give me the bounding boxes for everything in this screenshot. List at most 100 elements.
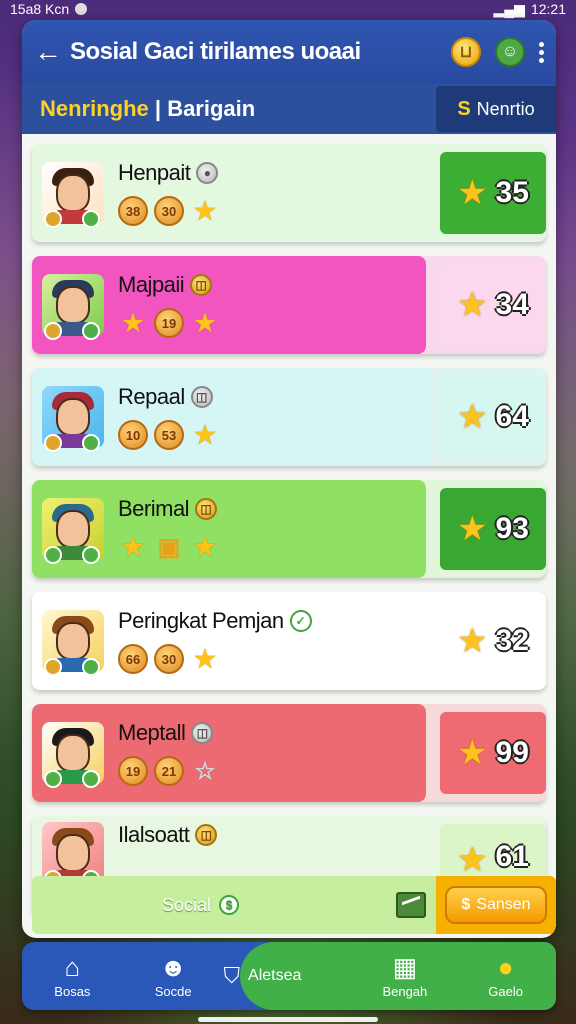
nav-label: Bengah xyxy=(382,983,428,999)
signal-icon: ▂▄▆ xyxy=(493,0,525,17)
rank-badge-icon: ● xyxy=(196,162,219,184)
player-score: 34 xyxy=(495,288,529,321)
home-indicator[interactable] xyxy=(198,1017,378,1022)
player-name: Berimal xyxy=(118,496,190,521)
section-title-separator: | xyxy=(148,96,168,121)
leaderboard-row[interactable]: Repaal ◫ 10 53 ★ ★ 64 xyxy=(32,368,546,466)
leaderboard-list: Henpait ● 38 30 ★ ★ 35 Majpaii ◫ ★ 19 ★ … xyxy=(22,134,556,916)
filter-label: Nenrtio xyxy=(476,98,535,119)
action-button[interactable]: $ Sansen xyxy=(436,876,556,934)
score-box: ★ 64 xyxy=(440,376,546,458)
star-icon: ★ xyxy=(457,734,488,772)
star-icon: ★ xyxy=(457,174,488,212)
player-name: Henpait xyxy=(118,160,191,185)
section-title-highlight: Nenringhe xyxy=(40,96,149,121)
nav-item-home[interactable]: ⌂ Bosas xyxy=(22,954,123,999)
coin-token: 30 xyxy=(154,644,184,674)
silver-badge-icon: ◫ xyxy=(190,386,213,408)
trophy-icon: ● xyxy=(497,951,514,982)
player-avatar xyxy=(42,386,104,452)
silver-badge-icon: ◫ xyxy=(191,722,214,744)
chest-icon: ▣ xyxy=(157,533,181,561)
player-avatar xyxy=(42,722,104,788)
player-avatar xyxy=(42,274,104,340)
nav-item-store[interactable]: ▦ Bengah xyxy=(354,954,455,999)
leaderboard-row[interactable]: Meptall ◫ 19 21 ☆ ★ 99 xyxy=(32,704,546,802)
player-name: Ilalsoatt xyxy=(118,822,190,847)
star-icon: ★ xyxy=(457,622,488,660)
coin-icon[interactable]: ⊔ xyxy=(451,37,481,67)
star-icon: ★ xyxy=(194,309,216,337)
nav-label: Bosas xyxy=(54,983,91,999)
star-icon: ★ xyxy=(457,398,488,436)
leaderboard-window: ← Sosial Gaci tirilames uoaai ⊔ ☺ Nenrin… xyxy=(22,20,556,938)
star-icon: ★ xyxy=(194,645,216,673)
star-icon: ★ xyxy=(457,841,488,879)
player-avatar xyxy=(42,162,104,228)
page-title: Sosial Gaci tirilames uoaai xyxy=(70,38,361,65)
profile-icon[interactable]: ☺ xyxy=(495,37,525,67)
section-title: Nenringhe | Barigain xyxy=(40,96,255,122)
player-score: 99 xyxy=(495,736,529,769)
score-box: ★ 32 xyxy=(440,600,546,682)
verified-badge-icon: ✓ xyxy=(289,610,312,632)
coin-token: 38 xyxy=(118,196,148,226)
coin-badge-icon: ◫ xyxy=(190,274,213,296)
coin-token: 19 xyxy=(154,308,184,338)
action-label: Sansen xyxy=(476,896,531,913)
coin-token: 10 xyxy=(118,420,148,450)
coin-token: 21 xyxy=(154,756,184,786)
score-box: ★ 93 xyxy=(440,488,546,570)
social-tab[interactable]: Social $ xyxy=(162,894,240,916)
house-icon: ⌂ xyxy=(64,951,81,982)
player-score: 93 xyxy=(495,512,529,545)
social-bar: Social $ $ Sansen xyxy=(32,876,556,934)
coin-token: 30 xyxy=(154,196,184,226)
leaderboard-row[interactable]: Henpait ● 38 30 ★ ★ 35 xyxy=(32,144,546,242)
star-icon: ★ xyxy=(194,421,216,449)
star-icon: ★ xyxy=(457,510,488,548)
nav-item-active[interactable]: ⛉ Aletsea xyxy=(224,963,355,989)
leaderboard-row[interactable]: Berimal ◫ ★ ▣ ★ ★ 93 xyxy=(32,480,546,578)
coin-badge-icon: ◫ xyxy=(195,498,218,520)
more-menu-icon[interactable] xyxy=(539,41,544,63)
player-name: Majpaii xyxy=(118,272,185,297)
player-score: 61 xyxy=(495,840,529,873)
chart-icon[interactable] xyxy=(396,892,426,918)
back-arrow-icon[interactable]: ← xyxy=(34,36,70,68)
status-left-text: 15a8 Kcn xyxy=(10,1,70,17)
star-icon: ★ xyxy=(194,197,216,225)
social-badge-icon: $ xyxy=(219,895,240,915)
player-name: Repaal xyxy=(118,384,185,409)
silver-star-icon: ☆ xyxy=(194,757,216,785)
player-avatar xyxy=(42,822,104,888)
users-icon: ☻ xyxy=(159,951,187,982)
nav-label: Socde xyxy=(154,983,192,999)
store-icon: ▦ xyxy=(392,951,418,982)
app-header: ← Sosial Gaci tirilames uoaai ⊔ ☺ xyxy=(22,20,556,84)
filter-button[interactable]: S Nenrtio xyxy=(436,86,556,132)
subheader: Nenringhe | Barigain S Nenrtio xyxy=(22,84,556,134)
section-title-rest: Barigain xyxy=(167,96,256,121)
nav-label: Gaelo xyxy=(488,983,523,999)
filter-symbol: S xyxy=(457,97,471,120)
coin-badge-icon: ◫ xyxy=(195,824,218,846)
star-icon: ★ xyxy=(194,533,216,561)
coin-token: 66 xyxy=(118,644,148,674)
player-score: 35 xyxy=(495,176,529,209)
player-name: Meptall xyxy=(118,720,186,745)
score-box: ★ 34 xyxy=(440,264,546,346)
nav-item-social[interactable]: ☻ Socde xyxy=(123,954,224,999)
player-name: Peringkat Pemjan xyxy=(118,608,284,633)
score-box: ★ 99 xyxy=(440,712,546,794)
status-bar: 15a8 Kcn ▂▄▆ 12:21 xyxy=(0,0,576,18)
player-score: 32 xyxy=(495,624,529,657)
nav-item-trophy[interactable]: ● Gaelo xyxy=(455,954,556,999)
coin-token: 53 xyxy=(154,420,184,450)
shield-icon: ⛉ xyxy=(223,963,241,988)
nav-label: Aletsea xyxy=(248,967,302,984)
coin-token: 19 xyxy=(118,756,148,786)
social-label: Social xyxy=(162,894,212,915)
leaderboard-row[interactable]: Peringkat Pemjan ✓ 66 30 ★ ★ 32 xyxy=(32,592,546,690)
leaderboard-row[interactable]: Majpaii ◫ ★ 19 ★ ★ 34 xyxy=(32,256,546,354)
